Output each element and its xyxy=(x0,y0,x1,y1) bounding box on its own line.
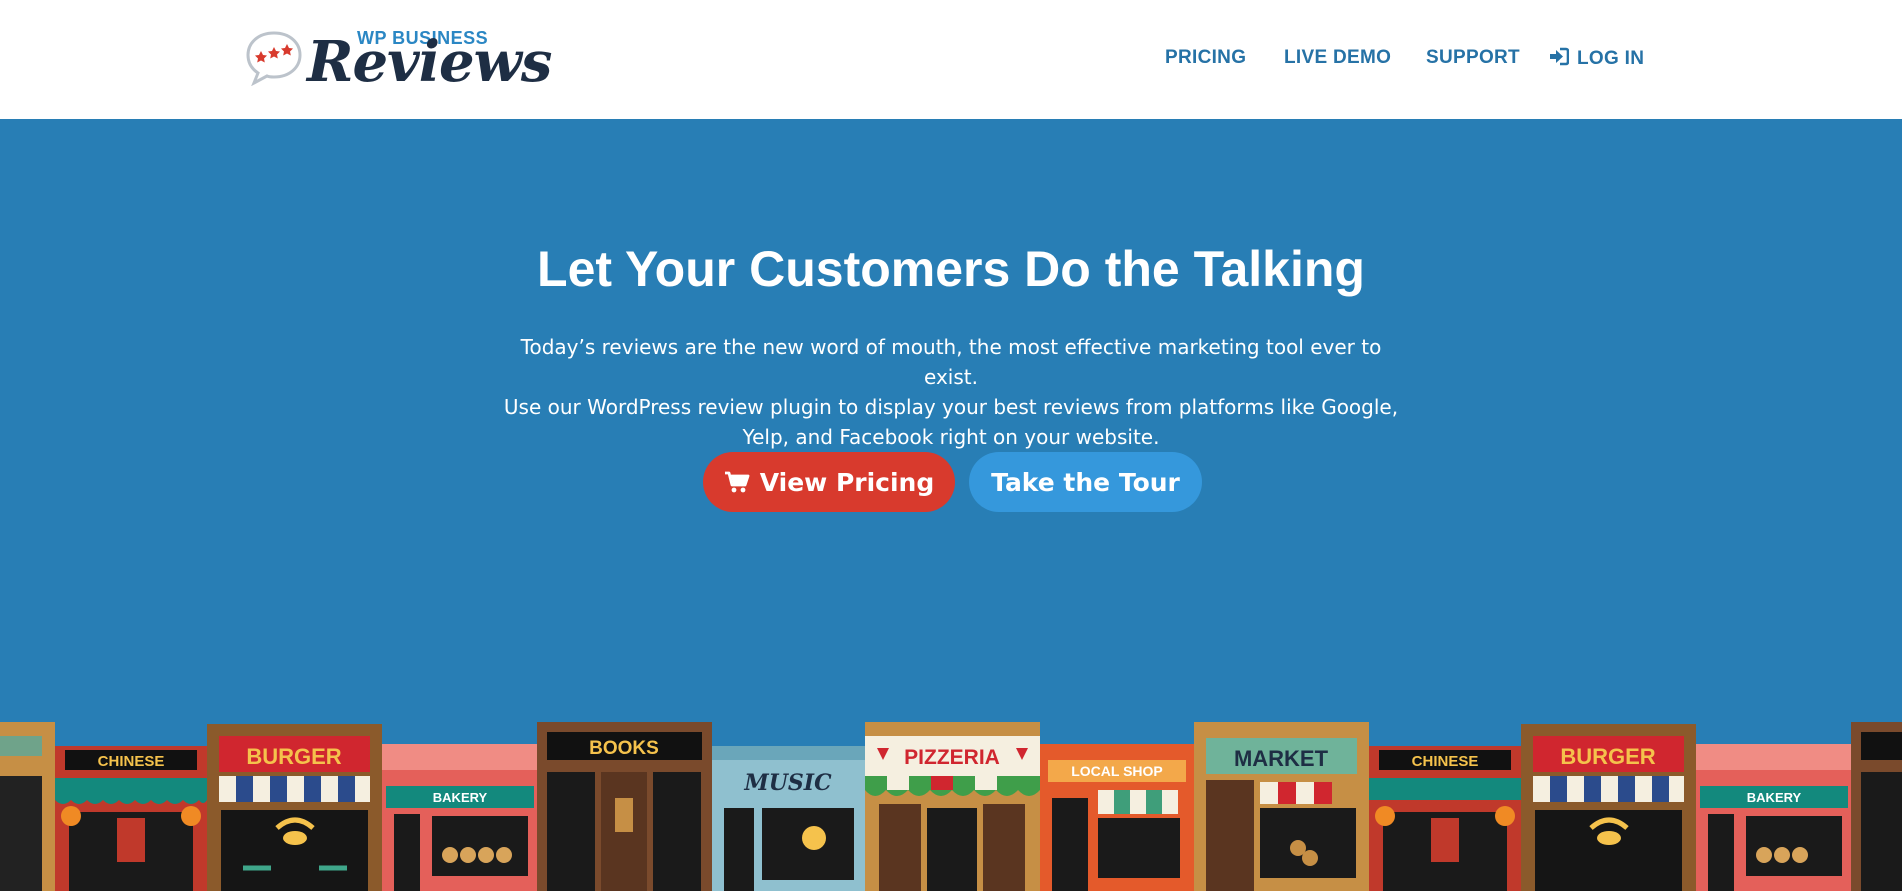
sign-chinese: CHINESE xyxy=(98,753,165,770)
view-pricing-button[interactable]: View Pricing xyxy=(703,452,955,512)
storefront-music: MUSIC xyxy=(712,746,865,891)
nav-login[interactable]: LOG IN xyxy=(1549,47,1644,70)
nav-live-demo[interactable]: LIVE DEMO xyxy=(1284,47,1391,69)
sign-bakery: BAKERY xyxy=(433,790,488,805)
nav-login-label: LOG IN xyxy=(1577,48,1645,69)
shopping-cart-icon xyxy=(724,471,750,493)
hero-subtitle-line: Yelp, and Facebook right on your website… xyxy=(742,425,1160,449)
storefront-local-shop: LOCAL SHOP xyxy=(1040,744,1194,891)
main-nav: PRICING LIVE DEMO SUPPORT LOG IN xyxy=(0,47,1902,73)
storefront-chinese: CHINESE xyxy=(1369,746,1521,891)
nav-pricing[interactable]: PRICING xyxy=(1165,47,1246,69)
hero-subtitle-line: Use our WordPress review plugin to displ… xyxy=(503,395,1399,419)
sign-bakery: BAKERY xyxy=(1747,790,1802,805)
storefront-books: BOOKS xyxy=(537,722,712,891)
storefront-bakery: BAKERY xyxy=(1696,744,1851,891)
sign-in-icon xyxy=(1550,47,1570,66)
nav-support[interactable]: SUPPORT xyxy=(1426,47,1520,69)
storefront-chinese: CHINESE xyxy=(55,746,207,891)
sign-burger: BURGER xyxy=(246,744,341,769)
sign-chinese: CHINESE xyxy=(1412,753,1479,770)
storefront-burger: BURGER xyxy=(207,724,382,891)
hero-subtitle-line: Today’s reviews are the new word of mout… xyxy=(520,335,1382,389)
site-header: WP BUSINESS Reviews PRICING LIVE DEMO SU… xyxy=(0,0,1902,119)
view-pricing-label: View Pricing xyxy=(759,467,935,497)
storefront-burger: BURGER xyxy=(1521,724,1696,891)
sign-burger: BURGER xyxy=(1560,744,1655,769)
storefront-partial xyxy=(0,722,55,891)
take-the-tour-label: Take the Tour xyxy=(991,467,1180,497)
storefront-bakery: BAKERY xyxy=(382,744,537,891)
hero-title: Let Your Customers Do the Talking xyxy=(537,241,1365,297)
take-the-tour-button[interactable]: Take the Tour xyxy=(969,452,1202,512)
sign-local-shop: LOCAL SHOP xyxy=(1071,763,1163,779)
hero-subtitle: Today’s reviews are the new word of mout… xyxy=(501,332,1401,452)
sign-books: BOOKS xyxy=(589,738,659,759)
storefront-partial xyxy=(1851,722,1902,891)
storefront-illustration: CHINESE BURGER BAKERY BOOKS MUSIC PIZZER… xyxy=(0,722,1902,891)
sign-music: MUSIC xyxy=(743,770,832,796)
storefront-market: MARKET xyxy=(1194,722,1369,891)
sign-market: MARKET xyxy=(1234,746,1329,771)
sign-pizzeria: PIZZERIA xyxy=(904,746,1000,769)
storefront-pizzeria: PIZZERIA xyxy=(865,722,1040,891)
